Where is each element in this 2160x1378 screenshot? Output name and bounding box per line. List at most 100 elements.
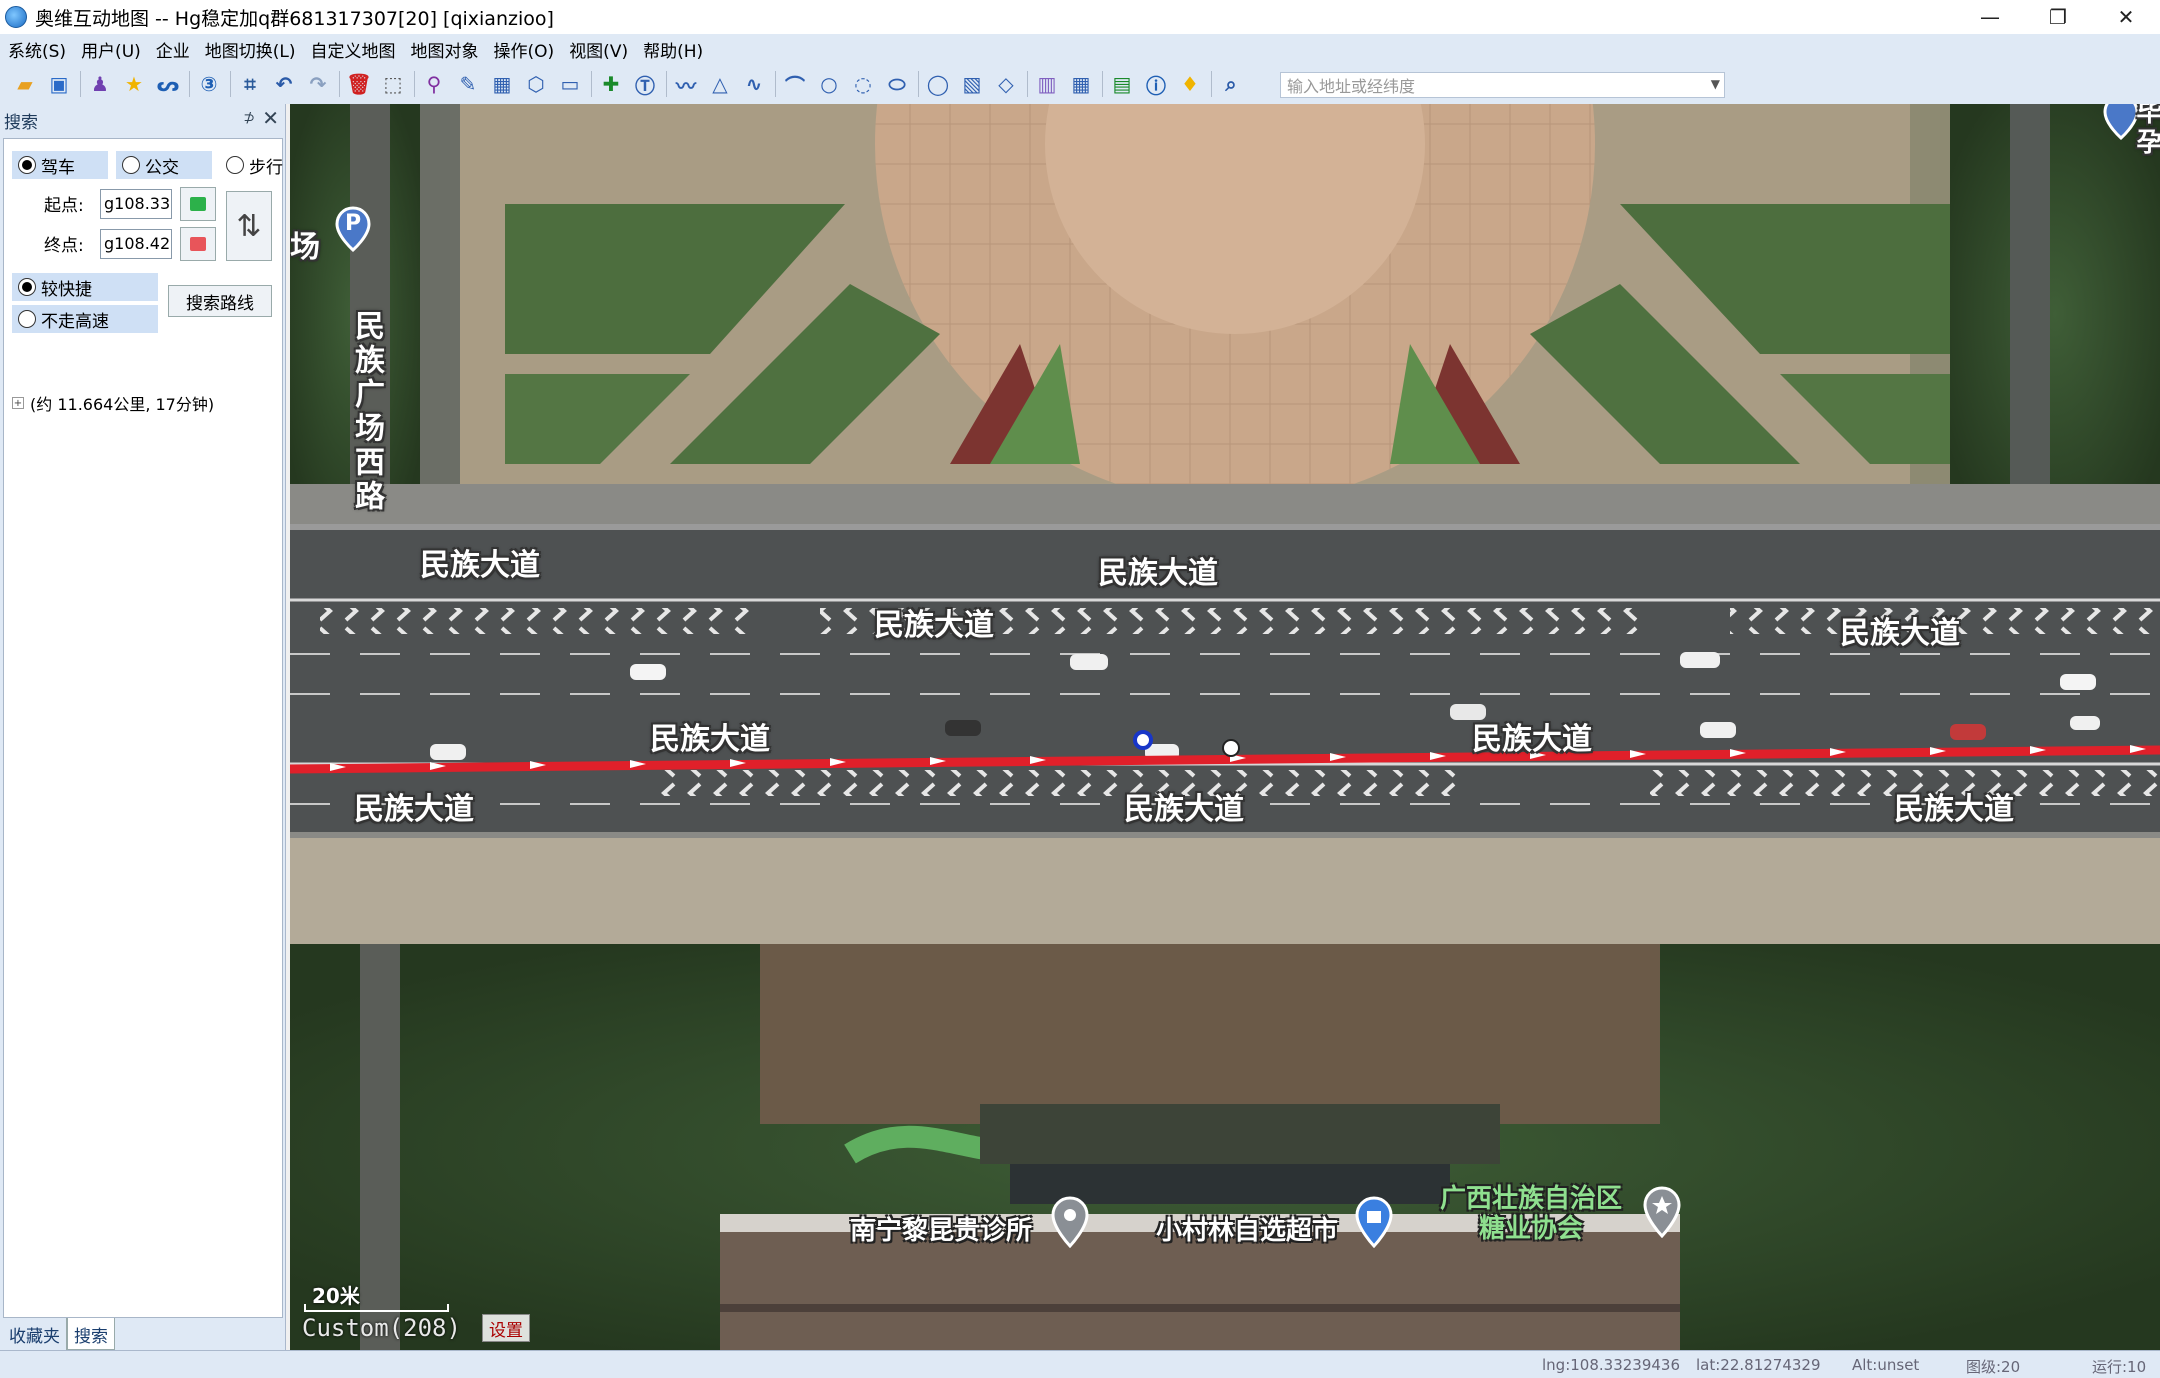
route-result[interactable]: + (约 11.664公里, 17分钟) bbox=[12, 391, 214, 415]
app-logo-icon bbox=[5, 6, 27, 28]
scale-bar bbox=[304, 1304, 449, 1312]
window-title: 奥维互动地图 -- Hg稳定加q群681317307[20] [qixianzi… bbox=[35, 7, 554, 30]
undo-icon[interactable]: ↶ bbox=[271, 71, 297, 97]
menu-view[interactable]: 视图(V) bbox=[569, 37, 628, 62]
users-icon[interactable]: ♟ bbox=[87, 71, 113, 97]
option-no-highway[interactable]: 不走高速 bbox=[12, 305, 158, 333]
layer-name: Custom(208) bbox=[302, 1314, 461, 1342]
poi-sugar-association-line1: 广西壮族自治区 bbox=[1440, 1184, 1623, 1214]
road-label: 民族大道 bbox=[420, 548, 540, 583]
poi-supermarket-label[interactable]: 小村林自选超市 bbox=[1156, 1210, 1338, 1247]
square-fill-icon[interactable]: ▧ bbox=[959, 71, 985, 97]
panel-header: 搜索 ⊅ ✕ bbox=[0, 104, 285, 136]
redo-icon[interactable]: ↷ bbox=[305, 71, 331, 97]
menu-custom-map[interactable]: 自定义地图 bbox=[311, 37, 396, 62]
menu-user[interactable]: 用户(U) bbox=[81, 37, 141, 62]
grid-icon[interactable]: ▦ bbox=[1068, 71, 1094, 97]
road-label: 民族大道 bbox=[874, 608, 994, 643]
map-pick-icon bbox=[190, 237, 206, 251]
search-icon[interactable]: ⌕ bbox=[1218, 71, 1244, 97]
crop-icon[interactable]: ⌗ bbox=[237, 71, 263, 97]
menu-map-objects[interactable]: 地图对象 bbox=[411, 37, 479, 62]
search-route-button[interactable]: 搜索路线 bbox=[168, 285, 272, 317]
restore-button[interactable]: ❐ bbox=[2024, 0, 2092, 34]
pin-icon[interactable]: ⊅ bbox=[243, 110, 255, 126]
option-fastest-label: 较快捷 bbox=[41, 279, 92, 300]
radio-icon bbox=[18, 278, 36, 296]
vip-icon[interactable]: ♦ bbox=[1177, 71, 1203, 97]
layers-icon[interactable]: ▥ bbox=[1034, 71, 1060, 97]
radio-icon bbox=[18, 310, 36, 328]
minimize-button[interactable]: — bbox=[1956, 0, 2024, 34]
select-rect-icon[interactable]: ⬚ bbox=[380, 71, 406, 97]
polyline-icon[interactable]: 〰 bbox=[673, 71, 699, 98]
menu-map-switch[interactable]: 地图切换(L) bbox=[205, 37, 296, 62]
menu-bar: 系统(S) 用户(U) 企业 地图切换(L) 自定义地图 地图对象 操作(O) … bbox=[0, 34, 2160, 64]
3d-icon[interactable]: ③ bbox=[196, 71, 222, 97]
track-icon[interactable]: ᔕ bbox=[155, 71, 181, 97]
panel-close-icon[interactable]: ✕ bbox=[262, 106, 279, 130]
start-point-input[interactable]: g108.33239436,22.8127 bbox=[100, 189, 172, 219]
end-label: 终点: bbox=[44, 236, 84, 256]
polygon-icon[interactable]: ⬡ bbox=[523, 71, 549, 97]
end-point-input[interactable]: g108.4272 bbox=[100, 229, 172, 259]
expand-icon[interactable]: + bbox=[12, 397, 24, 409]
menu-system[interactable]: 系统(S) bbox=[8, 37, 66, 62]
place-marker-icon[interactable]: ⚲ bbox=[421, 71, 447, 97]
triangle-icon[interactable]: △ bbox=[707, 71, 733, 97]
chat-icon[interactable]: ▤ bbox=[1109, 71, 1135, 97]
toolbar-separator bbox=[1211, 71, 1212, 97]
pin-icon[interactable]: ✚ bbox=[598, 71, 624, 97]
road-label: 民族大道 bbox=[1124, 792, 1244, 827]
arc-icon[interactable]: ⌒ bbox=[782, 71, 808, 98]
close-button[interactable]: ✕ bbox=[2092, 0, 2160, 34]
pick-start-button[interactable] bbox=[180, 187, 216, 221]
menu-enterprise[interactable]: 企业 bbox=[156, 37, 190, 62]
menu-operation[interactable]: 操作(O) bbox=[494, 37, 555, 62]
swap-endpoints-button[interactable]: ⇅ bbox=[226, 191, 272, 261]
partial-road-label: 场 bbox=[290, 230, 320, 265]
poi-clinic-marker[interactable] bbox=[1050, 1196, 1090, 1248]
curve-icon[interactable]: ∿ bbox=[741, 71, 767, 97]
address-search-input[interactable]: 输入地址或经纬度 ▼ bbox=[1280, 72, 1725, 98]
circle-fill-icon[interactable]: ◯ bbox=[925, 71, 951, 97]
mode-walk[interactable]: 步行 bbox=[220, 151, 292, 179]
poi-supermarket-marker[interactable] bbox=[1354, 1196, 1394, 1248]
save-icon[interactable]: ▣ bbox=[46, 71, 72, 97]
pick-end-button[interactable] bbox=[180, 227, 216, 261]
option-fastest[interactable]: 较快捷 bbox=[12, 273, 158, 301]
poi-sugar-association-line2: 糖业协会 bbox=[1479, 1214, 1584, 1244]
poi-clinic-label[interactable]: 南宁黎昆贵诊所 bbox=[850, 1210, 1032, 1247]
open-folder-icon[interactable]: ▰ bbox=[12, 71, 38, 97]
panel-tabs: 收藏夹 搜索 bbox=[3, 1318, 115, 1350]
delete-icon[interactable]: 🗑 bbox=[346, 71, 372, 97]
road-label: 民族大道 bbox=[1894, 792, 2014, 827]
tab-favorites[interactable]: 收藏夹 bbox=[3, 1318, 67, 1350]
text-icon[interactable]: Ⓣ bbox=[632, 71, 658, 98]
mode-drive[interactable]: 驾车 bbox=[12, 151, 108, 179]
status-lng: lng:108.33239436 bbox=[1542, 1356, 1680, 1374]
start-label: 起点: bbox=[44, 196, 84, 216]
ellipse-icon[interactable]: ⬭ bbox=[884, 71, 910, 97]
travel-mode-group: 驾车 公交 步行 bbox=[12, 151, 292, 179]
tab-search[interactable]: 搜索 bbox=[67, 1318, 115, 1350]
location-pin-icon bbox=[1051, 1196, 1089, 1248]
chevron-down-icon[interactable]: ▼ bbox=[1711, 77, 1720, 91]
map-view[interactable]: 民族大道 民族大道 民族大道 民族大道 民族大道 民族大道 民族大道 民族大道 … bbox=[290, 104, 2160, 1350]
favorite-star-icon[interactable]: ★ bbox=[121, 71, 147, 97]
ruler-icon[interactable]: ✎ bbox=[455, 71, 481, 97]
parking-marker[interactable]: P bbox=[334, 206, 372, 252]
poi-sugar-association-marker[interactable] bbox=[1642, 1186, 1682, 1238]
info-icon[interactable]: ⓘ bbox=[1143, 71, 1169, 98]
arc-circle-icon[interactable]: ◌ bbox=[850, 71, 876, 97]
menu-help[interactable]: 帮助(H) bbox=[643, 37, 703, 62]
shape-icon[interactable]: ◇ bbox=[993, 71, 1019, 97]
toolbar-separator bbox=[1102, 71, 1103, 97]
mode-walk-label: 步行 bbox=[249, 157, 283, 178]
map-settings-button[interactable]: 设置 bbox=[482, 1314, 530, 1342]
measure-icon[interactable]: ▦ bbox=[489, 71, 515, 97]
circle-icon[interactable]: ○ bbox=[816, 71, 842, 97]
camera-icon[interactable]: ▭ bbox=[557, 71, 583, 97]
mode-transit[interactable]: 公交 bbox=[116, 151, 212, 179]
poi-sugar-association-label[interactable]: 广西壮族自治区 糖业协会 bbox=[1440, 1184, 1622, 1244]
